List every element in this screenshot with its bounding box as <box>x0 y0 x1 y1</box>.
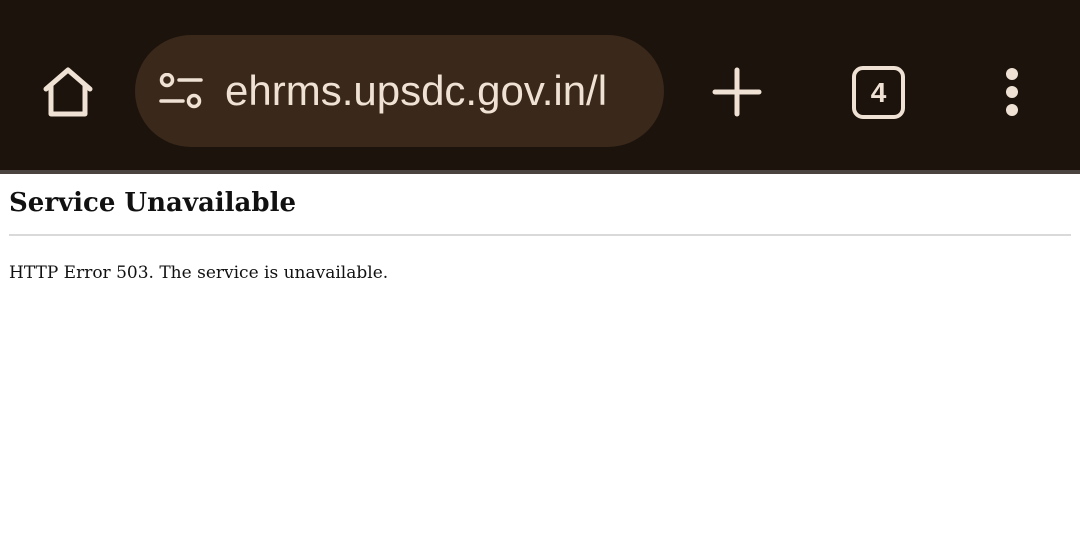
browser-toolbar: ehrms.upsdc.gov.in/l 4 <box>0 0 1080 170</box>
url-text[interactable]: ehrms.upsdc.gov.in/l <box>225 35 641 147</box>
address-bar[interactable]: ehrms.upsdc.gov.in/l <box>135 35 664 147</box>
menu-button[interactable] <box>992 62 1032 122</box>
plus-icon <box>712 67 762 117</box>
more-vert-icon <box>1006 68 1018 116</box>
home-button[interactable] <box>40 64 96 120</box>
page-title: Service Unavailable <box>9 188 297 218</box>
error-message: HTTP Error 503. The service is unavailab… <box>9 263 389 283</box>
tab-switcher-button[interactable]: 4 <box>850 64 906 120</box>
page-content: Service Unavailable HTTP Error 503. The … <box>0 174 1080 538</box>
title-divider <box>9 234 1071 236</box>
tab-count: 4 <box>870 77 887 108</box>
site-info-button[interactable] <box>159 72 203 109</box>
home-icon <box>43 67 93 117</box>
new-tab-button[interactable] <box>707 62 767 122</box>
tune-icon <box>159 72 203 109</box>
